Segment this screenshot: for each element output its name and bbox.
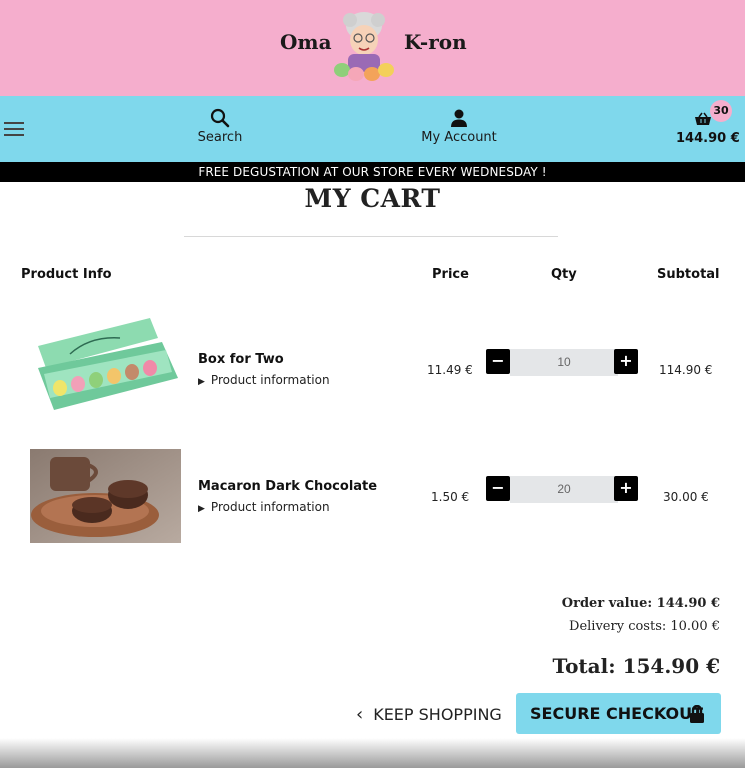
product-info-label: Product information: [210, 373, 330, 387]
order-total: Total: 154.90 €: [552, 654, 721, 678]
cart-button[interactable]: 30 144.90 €: [670, 100, 740, 150]
basket-icon: [695, 112, 711, 125]
quantity-stepper: − +: [486, 349, 638, 376]
lock-icon: [690, 705, 704, 723]
account-label: My Account: [421, 130, 497, 145]
secure-checkout-button[interactable]: SECURE CHECKOUT: [516, 693, 721, 734]
brand-name-right[interactable]: K-ron: [404, 30, 467, 54]
header-qty: Qty: [551, 267, 577, 282]
nav-search[interactable]: Search: [195, 108, 245, 145]
delivery-costs: Delivery costs: 10.00 €: [569, 619, 720, 634]
increase-qty-button[interactable]: +: [614, 349, 638, 374]
disclosure-triangle-icon: ▶: [198, 377, 205, 387]
grandma-mascot-logo[interactable]: [328, 8, 400, 84]
menu-icon[interactable]: [4, 122, 24, 136]
product-info-label: Product information: [210, 500, 330, 514]
decrease-qty-button[interactable]: −: [486, 476, 510, 501]
increase-qty-button[interactable]: +: [614, 476, 638, 501]
search-label: Search: [197, 130, 243, 145]
unit-price: 11.49 €: [427, 363, 473, 377]
quantity-input[interactable]: [510, 349, 618, 376]
chevron-left-icon: ‹: [356, 704, 364, 725]
quantity-input[interactable]: [510, 476, 618, 503]
keep-shopping-label: KEEP SHOPPING: [373, 705, 502, 724]
product-name[interactable]: Box for Two: [198, 352, 284, 367]
disclosure-triangle-icon: ▶: [198, 504, 205, 514]
brand-name-left[interactable]: Oma: [280, 30, 332, 54]
nav-my-account[interactable]: My Account: [418, 108, 500, 145]
decrease-qty-button[interactable]: −: [486, 349, 510, 374]
search-icon: [210, 108, 230, 128]
checkout-label: SECURE CHECKOUT: [530, 704, 703, 723]
header-price: Price: [432, 267, 469, 282]
keep-shopping-link[interactable]: ‹ KEEP SHOPPING: [356, 704, 502, 725]
row-subtotal: 114.90 €: [659, 363, 713, 377]
nav-bar: Search My Account 30 144.90 €: [0, 96, 745, 162]
row-subtotal: 30.00 €: [663, 490, 709, 504]
logo-header: Oma K-ron: [0, 0, 745, 96]
header-subtotal: Subtotal: [657, 267, 720, 282]
header-product-info: Product Info: [21, 267, 112, 282]
product-name[interactable]: Macaron Dark Chocolate: [198, 479, 377, 494]
bottom-shadow: [0, 738, 745, 768]
order-value: Order value: 144.90 €: [561, 596, 720, 611]
title-divider: [184, 236, 558, 237]
page-title: MY CART: [304, 184, 441, 213]
product-info-toggle[interactable]: ▶ Product information: [198, 500, 330, 514]
cart-count-badge: 30: [710, 100, 732, 122]
quantity-stepper: − +: [486, 476, 638, 503]
cart-total: 144.90 €: [676, 131, 740, 146]
chocolate-macaron-image[interactable]: [30, 449, 181, 543]
macaron-box-image[interactable]: [30, 316, 181, 410]
unit-price: 1.50 €: [431, 490, 470, 504]
user-icon: [451, 109, 467, 127]
product-info-toggle[interactable]: ▶ Product information: [198, 373, 330, 387]
promo-banner: FREE DEGUSTATION AT OUR STORE EVERY WEDN…: [0, 162, 745, 182]
